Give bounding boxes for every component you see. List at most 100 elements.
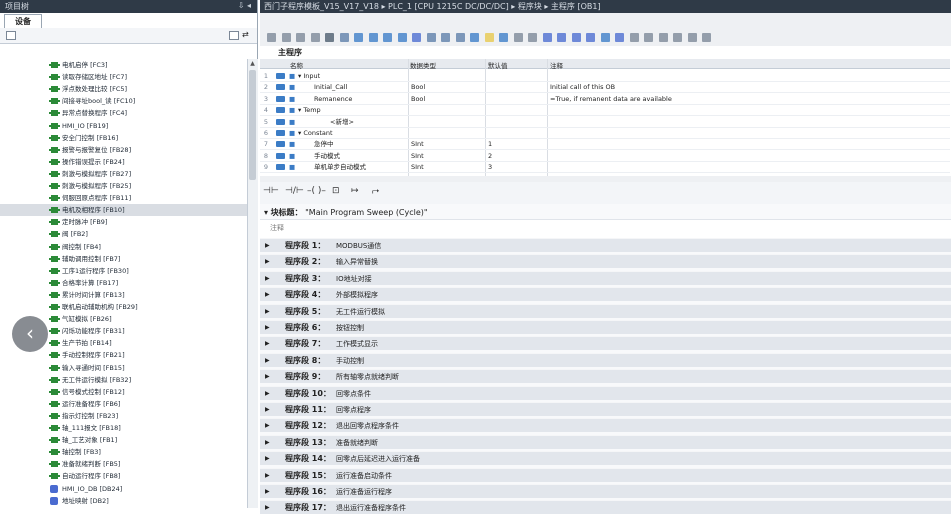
toolbar-icon[interactable] <box>528 33 537 42</box>
toolbar-icon[interactable] <box>644 33 653 42</box>
toolbar-icon[interactable] <box>571 33 581 42</box>
interface-row[interactable]: 7 ■ 急停中 SInt 1 <box>260 138 950 151</box>
tree-item[interactable]: 信号模式控制 [FB12] <box>0 386 247 398</box>
network-segment[interactable]: ▶ 程序段 1： MODBUS通信 <box>260 238 951 252</box>
tree-item[interactable]: 间接寻址bool_读 [FC10] <box>0 95 247 107</box>
expand-icon[interactable]: ▶ <box>265 321 270 335</box>
tree-item[interactable]: 输入寻通时间 [FB15] <box>0 362 247 374</box>
tree-item[interactable]: 定时脉冲 [FB9] <box>0 216 247 228</box>
block-comment[interactable]: 注释 <box>260 219 951 239</box>
toolbar-icon[interactable] <box>339 33 349 42</box>
coil-icon[interactable]: –( )– <box>307 186 326 196</box>
network-segment[interactable]: ▶ 程序段 5： 无工件运行模拟 <box>260 303 951 319</box>
interface-row[interactable]: 6 ■ ▾ Constant <box>260 127 950 139</box>
toolbar-icon[interactable] <box>615 33 624 42</box>
toolbar-icon[interactable] <box>397 33 407 42</box>
network-segment[interactable]: ▶ 程序段 8： 手动控制 <box>260 352 951 368</box>
tree-item[interactable]: 异常点替换程序 [FC4] <box>0 107 247 119</box>
tree-item[interactable]: 阀 [FB2] <box>0 228 247 240</box>
toolbar-icon[interactable] <box>629 33 639 42</box>
expand-icon[interactable]: ▶ <box>265 354 270 368</box>
toolbar-icon[interactable] <box>325 33 334 42</box>
expand-icon[interactable]: ▶ <box>265 305 270 319</box>
toolbar-icon[interactable] <box>499 33 508 42</box>
device-view-icon[interactable] <box>6 31 16 40</box>
toolbar-icon[interactable] <box>687 33 697 42</box>
toolbar-icon[interactable] <box>267 33 276 42</box>
network-segment[interactable]: ▶ 程序段 17： 退出运行准备程序条件 <box>260 500 951 515</box>
tree-item[interactable]: 累计时间计算 [FB13] <box>0 289 247 301</box>
tree-item[interactable]: 电机启停 [FC3] <box>0 59 247 71</box>
nc-contact-icon[interactable]: ⊣/⊢ <box>285 186 304 196</box>
tree-item[interactable]: 指示灯控制 [FB23] <box>0 410 247 422</box>
expand-icon[interactable]: ▶ <box>265 288 270 302</box>
overview-icon[interactable] <box>229 31 239 40</box>
tree-item[interactable]: 刺激与模拟程序 [FB25] <box>0 180 247 192</box>
expand-icon[interactable]: ▶ <box>265 239 270 253</box>
expand-icon[interactable]: ▶ <box>265 436 270 450</box>
expand-icon[interactable]: ▶ <box>265 419 270 433</box>
expand-icon[interactable]: ▶ <box>265 337 270 351</box>
network-segment[interactable]: ▶ 程序段 2： 输入异常替换 <box>260 254 951 269</box>
network-segment[interactable]: ▶ 程序段 6： 按钮控制 <box>260 320 951 334</box>
tree-item[interactable]: 联机启动辅助机构 [FB29] <box>0 301 247 313</box>
tree-item[interactable]: HMI_IO_DB [DB24] <box>0 483 247 495</box>
interface-row[interactable]: 4 ■ ▾ Temp <box>260 104 950 117</box>
tree-item[interactable]: 合格率计算 [FB17] <box>0 277 247 289</box>
back-nav-button[interactable]: ‹ <box>12 316 48 352</box>
tree-item[interactable]: 浮点数处理比较 [FC5] <box>0 83 247 95</box>
expand-icon[interactable]: ▶ <box>265 370 270 384</box>
tree-item[interactable]: 地址映射 [DB2] <box>0 495 247 507</box>
close-branch-icon[interactable]: ⮣ <box>372 186 379 196</box>
open-branch-icon[interactable]: ↦ <box>351 186 359 196</box>
interface-row[interactable]: 9 ■ 单机单步自动模式 SInt 3 <box>260 161 950 174</box>
expand-icon[interactable]: ▶ <box>265 272 270 286</box>
expand-icon[interactable]: ▶ <box>265 255 270 269</box>
tree-item[interactable]: 自动运行程序 [FB8] <box>0 470 247 482</box>
expand-icon[interactable]: ▶ <box>265 452 270 466</box>
empty-box-icon[interactable]: ⊡ <box>332 186 340 196</box>
tree-item[interactable]: 运行准备程序 [FB6] <box>0 398 247 410</box>
expand-icon[interactable]: ▶ <box>265 403 270 417</box>
toolbar-icon[interactable] <box>702 33 711 42</box>
panel-pin-controls[interactable]: ⇩ ◂ <box>238 1 251 10</box>
tree-item[interactable]: 轴控制 [FB3] <box>0 446 247 458</box>
tree-item[interactable]: 轴_111报文 [FB18] <box>0 422 247 434</box>
tree-scroll-thumb[interactable] <box>249 70 256 180</box>
tree-item[interactable]: 手动控制程序 [FB21] <box>0 349 247 361</box>
network-segment[interactable]: ▶ 程序段 14： 回零点后延迟进入运行准备 <box>260 451 951 466</box>
network-segment[interactable]: ▶ 程序段 10： 回零点条件 <box>260 385 951 401</box>
toolbar-icon[interactable] <box>426 33 436 42</box>
tree-item[interactable]: 安全门控制 [FB16] <box>0 132 247 144</box>
network-segment[interactable]: ▶ 程序段 16： 运行准备运行程序 <box>260 484 951 498</box>
toolbar-icon[interactable] <box>412 33 421 42</box>
tree-item[interactable]: 阀控制 [FB4] <box>0 241 247 253</box>
tree-item[interactable]: 辅助调用控制 [FB7] <box>0 253 247 265</box>
toolbar-icon[interactable] <box>542 33 552 42</box>
split-view-icon[interactable]: ⇄ <box>242 31 252 40</box>
toolbar-icon[interactable] <box>484 33 494 42</box>
toolbar-icon[interactable] <box>658 33 668 42</box>
network-segment[interactable]: ▶ 程序段 11： 回零点程序 <box>260 402 951 416</box>
interface-row[interactable]: 5 ■ <新增> <box>260 116 950 128</box>
interface-row[interactable]: 3 ■ Remanence Bool =True, if remanent data a… <box>260 93 950 105</box>
network-segment[interactable]: ▶ 程序段 12： 退出回零点程序条件 <box>260 418 951 433</box>
toolbar-icon[interactable] <box>586 33 595 42</box>
toolbar-icon[interactable] <box>441 33 450 42</box>
toolbar-icon[interactable] <box>455 33 465 42</box>
expand-icon[interactable]: ▶ <box>265 387 270 401</box>
no-contact-icon[interactable]: ⊣⊢ <box>263 186 279 196</box>
tree-item[interactable]: 无工件运行模拟 [FB32] <box>0 374 247 386</box>
tree-item[interactable]: 准备就绪判断 [FB5] <box>0 458 247 470</box>
network-segment[interactable]: ▶ 程序段 7： 工作模式显示 <box>260 336 951 351</box>
toolbar-icon[interactable] <box>470 33 479 42</box>
toolbar-icon[interactable] <box>296 33 305 42</box>
toolbar-icon[interactable] <box>368 33 378 42</box>
tree-item[interactable]: 电机及相程序 [FB10] <box>0 204 247 217</box>
block-title-row[interactable]: ▾ 块标题： "Main Program Sweep (Cycle)" <box>264 207 428 218</box>
tree-item[interactable]: 轴_工艺对象 [FB1] <box>0 434 247 446</box>
tree-item[interactable]: 刺激与模拟程序 [FB27] <box>0 168 247 180</box>
toolbar-icon[interactable] <box>310 33 320 42</box>
toolbar-icon[interactable] <box>557 33 566 42</box>
interface-row[interactable]: 8 ■ 手动模式 SInt 2 <box>260 150 950 162</box>
